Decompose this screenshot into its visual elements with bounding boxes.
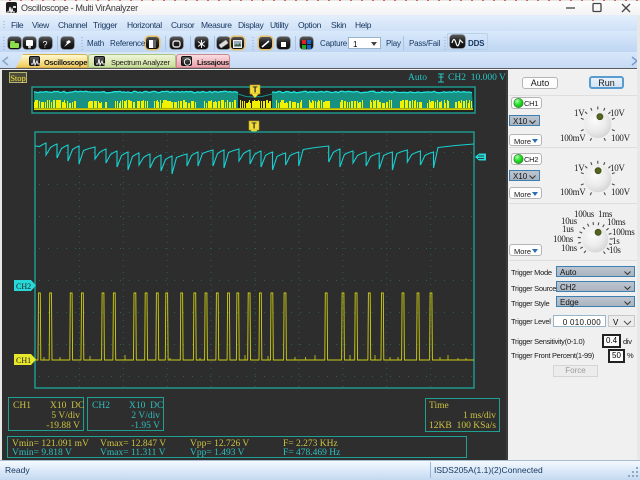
svg-text:CH2: CH2 [16, 282, 31, 291]
svg-text:T: T [252, 122, 257, 131]
svg-text:T: T [253, 86, 258, 95]
svg-text:CH1: CH1 [16, 356, 31, 365]
